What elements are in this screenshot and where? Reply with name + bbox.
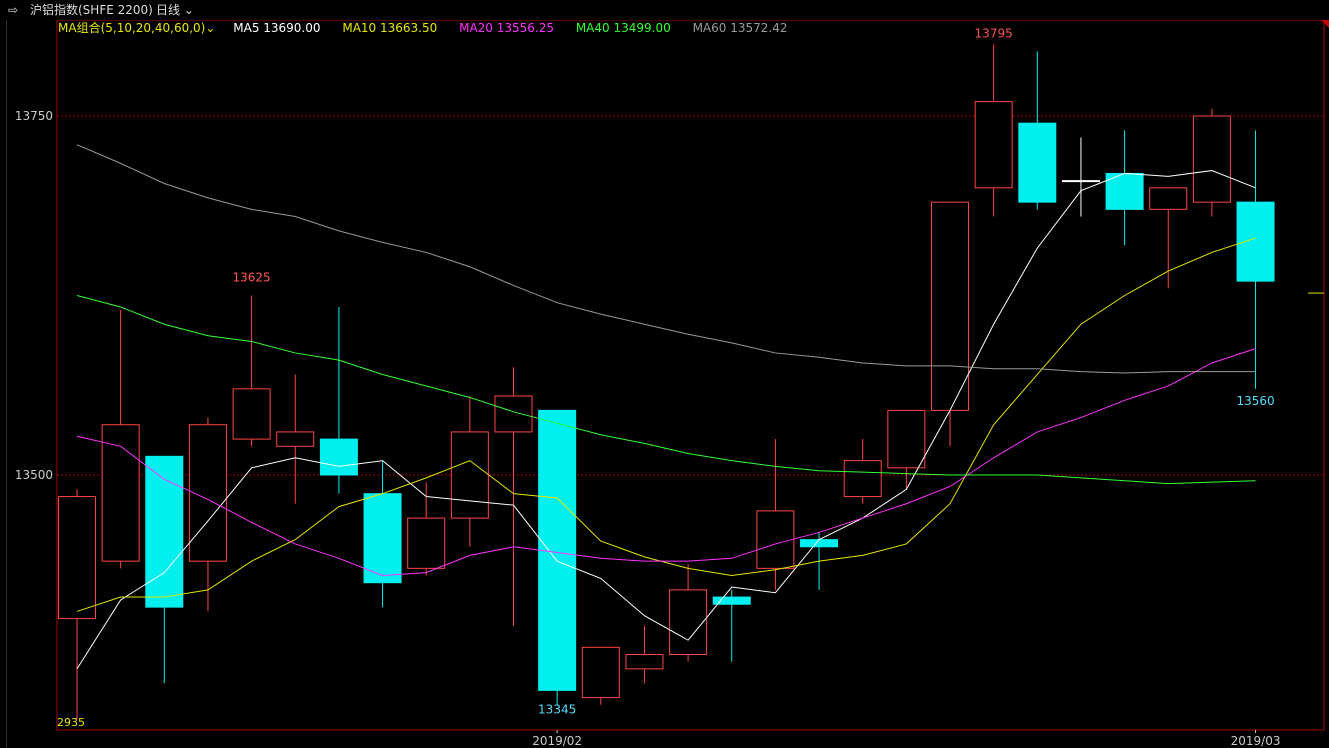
ma60-value: MA60 13572.42	[692, 21, 788, 35]
candle-body-down	[319, 438, 358, 476]
candle-body-up	[843, 460, 882, 498]
window-icon[interactable]: ⇨	[8, 0, 18, 20]
candle-body-up	[494, 395, 533, 433]
price-annotation: 13625	[233, 271, 271, 285]
ma20-value: MA20 13556.25	[459, 21, 554, 35]
combo-chevron-icon[interactable]: ⌄	[205, 21, 215, 35]
candle-body-up	[58, 496, 96, 620]
ma40-value: MA40 13499.00	[575, 21, 671, 35]
candle-body-up	[887, 409, 926, 469]
ma-legend: MA组合(5,10,20,40,60,0)⌄ MA5 13690.00 MA10…	[58, 19, 805, 37]
ma-line-ma20	[76, 348, 1256, 577]
ma-line-ma60	[76, 144, 1256, 374]
y-tick-label: 13750	[15, 109, 53, 123]
ma10-value: MA10 13663.50	[342, 21, 438, 35]
candle-body-down	[363, 493, 402, 584]
chevron-down-icon: ⌄	[180, 3, 194, 17]
x-tick-label: 2019/02	[532, 734, 582, 748]
price-annotation: 13560	[1236, 394, 1274, 408]
candle-body-up	[974, 101, 1013, 189]
candle-body-up	[101, 424, 140, 562]
price-annotation: 13795	[975, 26, 1013, 40]
instrument-title[interactable]: 沪铝指数(SHFE 2200)	[30, 0, 153, 20]
ma5-value: MA5 13690.00	[233, 21, 321, 35]
candle-body-up	[1192, 115, 1231, 203]
price-annotation: 13345	[538, 703, 576, 717]
candlestick-chart: 13750 13500 2019/02 2019/03 13625 13345 13795 1…	[15, 19, 1325, 748]
y-tick-label: 13500	[15, 468, 53, 482]
candle-body-up	[407, 517, 446, 569]
sidebar-edge[interactable]	[0, 20, 7, 748]
candle-body-up	[931, 201, 969, 411]
candle-body-up	[581, 646, 620, 699]
candle-body-up	[1149, 187, 1188, 210]
period-label: 日线	[156, 3, 181, 17]
candle-body-down	[800, 539, 839, 548]
x-tick-label: 2019/03	[1231, 734, 1281, 748]
candle-body-up	[756, 510, 795, 569]
candle-body-up	[450, 431, 489, 519]
candle-body-up	[232, 388, 271, 440]
candle-body-down	[1236, 201, 1275, 282]
candle-body-up	[276, 431, 315, 447]
corner-marker	[1321, 20, 1329, 28]
period-selector[interactable]: 日线 ⌄	[156, 0, 194, 20]
candle-body-up	[625, 654, 664, 670]
candle-body-down	[1018, 122, 1057, 203]
bottom-left-label: 2935	[57, 716, 85, 729]
candle-body-flat	[1061, 180, 1100, 183]
ma-combo-label[interactable]: MA组合(5,10,20,40,60,0)	[58, 21, 205, 35]
candle-body-up	[669, 589, 708, 656]
chart-header: ⇨ 沪铝指数(SHFE 2200) 日线 ⌄	[0, 0, 1329, 20]
